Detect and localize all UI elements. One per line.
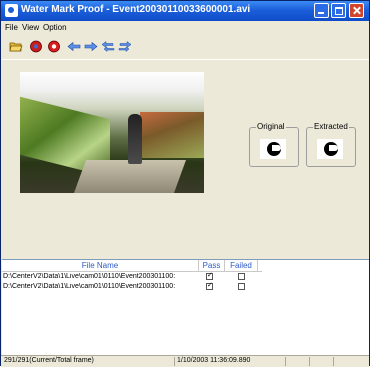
- close-button[interactable]: [349, 3, 364, 18]
- menu-view[interactable]: View: [22, 23, 39, 32]
- time-status: 1/10/2003 11:36:09.890: [177, 357, 286, 366]
- pass-checkbox[interactable]: [206, 282, 213, 290]
- title-bar[interactable]: Water Mark Proof - Event2003011003360000…: [1, 1, 369, 21]
- extracted-label: Extracted: [313, 122, 349, 131]
- failed-checkbox[interactable]: [238, 273, 245, 280]
- list-header: File Name Pass Failed: [2, 260, 262, 272]
- header-failed[interactable]: Failed: [225, 261, 257, 270]
- arrow-back-double-icon[interactable]: [101, 40, 115, 53]
- menu-bar: File View Option: [1, 21, 369, 35]
- menu-option[interactable]: Option: [43, 23, 67, 32]
- table-row[interactable]: D:\CenterV2\Data\1\Live\cam01\0110\Event…: [2, 282, 262, 292]
- pass-checkbox[interactable]: [206, 272, 213, 280]
- frame-status: 291/291(Current/Total frame): [4, 357, 175, 366]
- failed-checkbox[interactable]: [238, 283, 245, 290]
- arrow-left-icon[interactable]: [67, 40, 81, 53]
- app-icon: [5, 4, 18, 17]
- toolbar: [1, 37, 369, 57]
- file-list[interactable]: File Name Pass Failed D:\CenterV2\Data\1…: [2, 259, 369, 355]
- arrow-right-icon[interactable]: [84, 40, 98, 53]
- menu-file[interactable]: File: [5, 23, 18, 32]
- status-bar: 291/291(Current/Total frame) 1/10/2003 1…: [1, 355, 369, 367]
- file-name-cell: D:\CenterV2\Data\1\Live\cam01\0110\Event…: [3, 283, 176, 290]
- status-pane-empty: [287, 357, 310, 366]
- arrow-forward-double-icon[interactable]: [118, 40, 132, 53]
- extracted-watermark-group: Extracted: [306, 122, 356, 167]
- video-preview: [20, 72, 204, 193]
- header-pass[interactable]: Pass: [199, 261, 224, 270]
- maximize-button[interactable]: [331, 3, 346, 18]
- status-pane-empty: [311, 357, 334, 366]
- original-label: Original: [256, 122, 286, 131]
- open-folder-icon[interactable]: [9, 40, 23, 53]
- file-name-cell: D:\CenterV2\Data\1\Live\cam01\0110\Event…: [3, 273, 176, 280]
- extracted-watermark-image: [317, 139, 343, 159]
- disc-icon[interactable]: [29, 40, 43, 53]
- window-title: Water Mark Proof - Event2003011003360000…: [21, 4, 251, 15]
- minimize-button[interactable]: [314, 3, 329, 18]
- table-row[interactable]: D:\CenterV2\Data\1\Live\cam01\0110\Event…: [2, 272, 262, 282]
- header-file-name[interactable]: File Name: [2, 261, 198, 270]
- original-watermark-image: [260, 139, 286, 159]
- main-panel: Original Extracted: [2, 59, 369, 258]
- original-watermark-group: Original: [249, 122, 299, 167]
- app-window: Water Mark Proof - Event2003011003360000…: [0, 0, 370, 367]
- stop-icon[interactable]: [47, 40, 61, 53]
